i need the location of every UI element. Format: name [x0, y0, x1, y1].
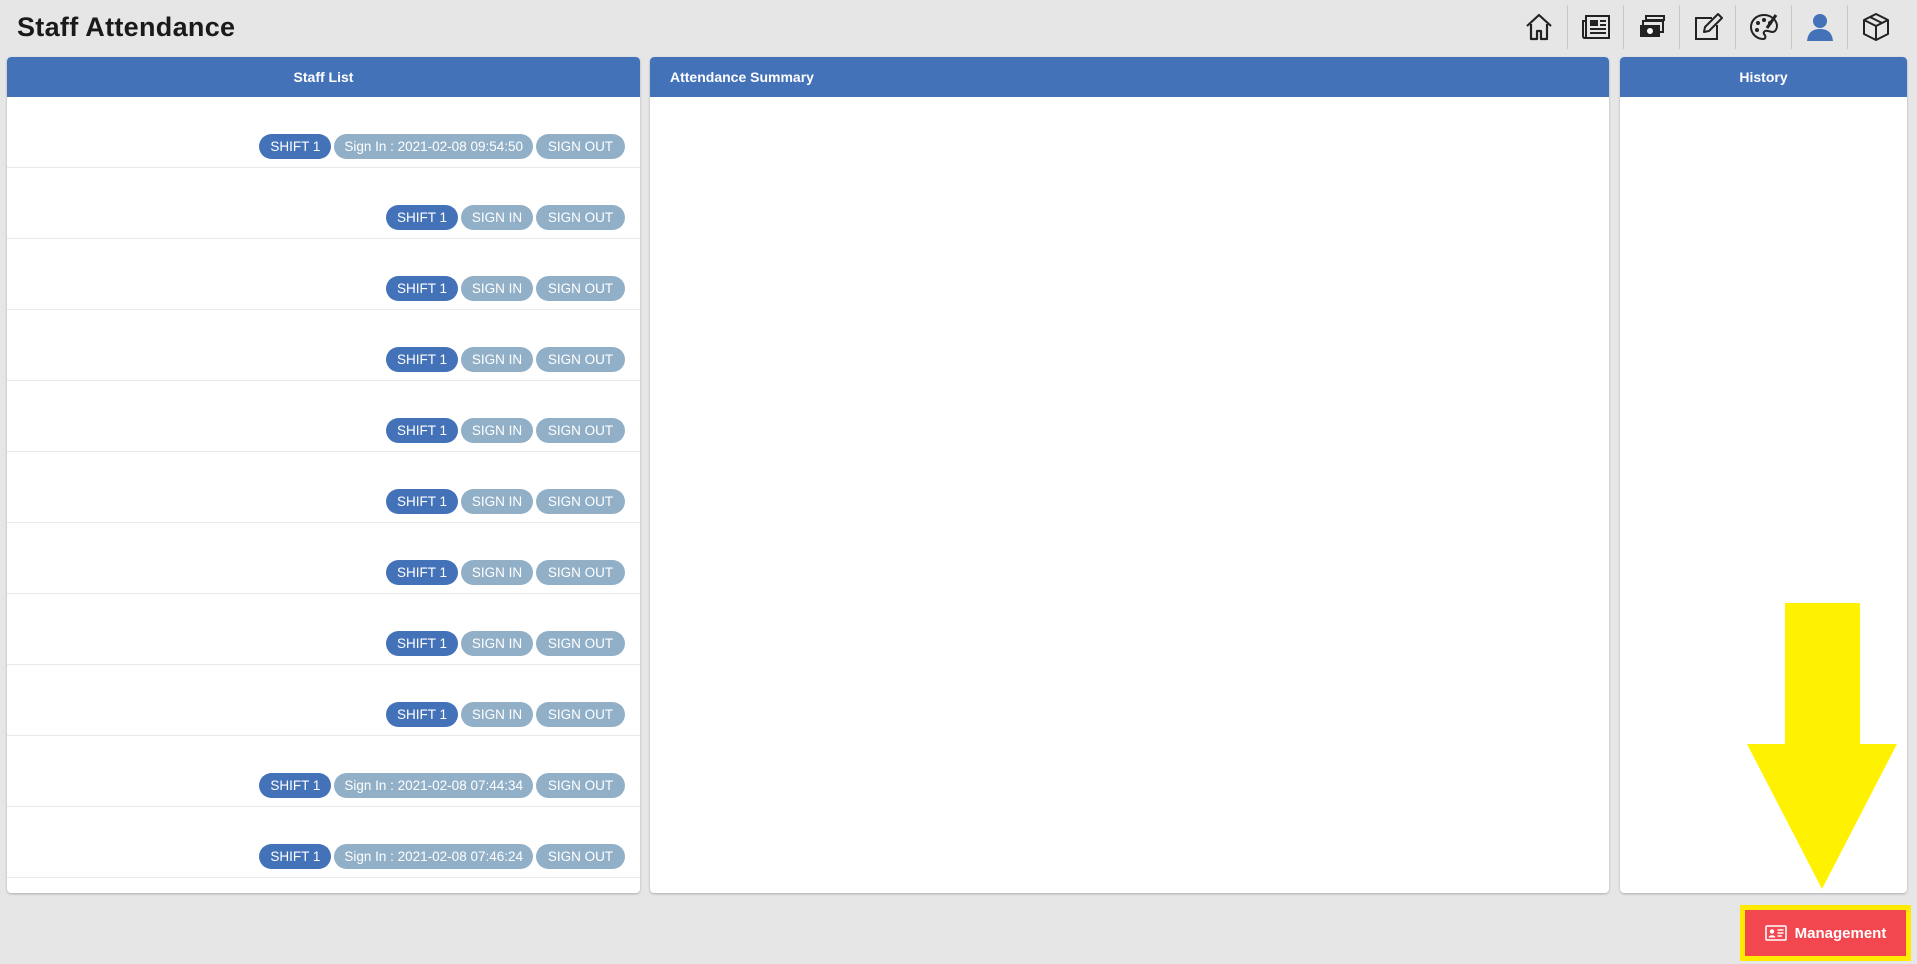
staff-row: SHIFT 1 Sign In : 2021-02-08 09:54:50 SIGN…: [7, 98, 640, 168]
shift-button[interactable]: SHIFT 1: [386, 631, 458, 656]
cash-register-button[interactable]: [1623, 5, 1679, 49]
staff-row: SHIFT 1 SIGN IN SIGN OUT: [7, 595, 640, 665]
shift-button[interactable]: SHIFT 1: [386, 560, 458, 585]
staff-rows: SHIFT 1 Sign In : 2021-02-08 09:54:50 SIGN…: [7, 98, 640, 878]
shift-button[interactable]: SHIFT 1: [386, 276, 458, 301]
sign-in-button[interactable]: SIGN IN: [461, 418, 533, 443]
staff-row: SHIFT 1 SIGN IN SIGN OUT: [7, 169, 640, 239]
sign-in-button[interactable]: SIGN IN: [461, 560, 533, 585]
staff-row: SHIFT 1 SIGN IN SIGN OUT: [7, 666, 640, 736]
sign-out-button[interactable]: SIGN OUT: [536, 702, 625, 727]
sign-in-button[interactable]: SIGN IN: [461, 702, 533, 727]
sign-out-button[interactable]: SIGN OUT: [536, 134, 625, 159]
box-button[interactable]: [1847, 5, 1903, 49]
top-toolbar: [1511, 5, 1903, 49]
home-icon: [1526, 13, 1552, 41]
sign-out-button[interactable]: SIGN OUT: [536, 347, 625, 372]
edit-icon: [1694, 13, 1723, 40]
staff-row: SHIFT 1 SIGN IN SIGN OUT: [7, 524, 640, 594]
attendance-summary-panel: Attendance Summary: [650, 57, 1609, 893]
staff-row: SHIFT 1 SIGN IN SIGN OUT: [7, 240, 640, 310]
attendance-summary-header: Attendance Summary: [650, 57, 1609, 97]
history-header: History: [1620, 57, 1907, 97]
sign-in-button[interactable]: SIGN IN: [461, 489, 533, 514]
cash-register-icon: [1639, 15, 1665, 37]
sign-out-button[interactable]: SIGN OUT: [536, 418, 625, 443]
sign-in-button[interactable]: Sign In : 2021-02-08 09:54:50: [334, 134, 533, 159]
sign-out-button[interactable]: SIGN OUT: [536, 489, 625, 514]
newspaper-icon: [1581, 15, 1610, 39]
edit-button[interactable]: [1679, 5, 1735, 49]
sign-out-button[interactable]: SIGN OUT: [536, 844, 625, 869]
staff-row: SHIFT 1 SIGN IN SIGN OUT: [7, 382, 640, 452]
staff-row: SHIFT 1 Sign In : 2021-02-08 07:46:24 SIGN…: [7, 808, 640, 878]
sign-out-button[interactable]: SIGN OUT: [536, 560, 625, 585]
shift-button[interactable]: SHIFT 1: [386, 702, 458, 727]
id-card-icon: [1764, 925, 1787, 941]
staff-list-panel: Staff List SHIFT 1 Sign In : 2021-02-08 0…: [7, 57, 640, 893]
sign-out-button[interactable]: SIGN OUT: [536, 205, 625, 230]
palette-icon: [1749, 13, 1778, 41]
box-icon: [1862, 13, 1889, 41]
sign-in-button[interactable]: SIGN IN: [461, 205, 533, 230]
sign-in-button[interactable]: Sign In : 2021-02-08 07:44:34: [334, 773, 533, 798]
shift-button[interactable]: SHIFT 1: [259, 844, 332, 869]
management-button[interactable]: Management: [1745, 910, 1906, 956]
sign-out-button[interactable]: SIGN OUT: [536, 276, 625, 301]
shift-button[interactable]: SHIFT 1: [259, 773, 332, 798]
sign-out-button[interactable]: SIGN OUT: [536, 631, 625, 656]
staff-list-header: Staff List: [7, 57, 640, 97]
page-title: Staff Attendance: [17, 12, 236, 42]
shift-button[interactable]: SHIFT 1: [386, 418, 458, 443]
sign-in-button[interactable]: SIGN IN: [461, 631, 533, 656]
staff-row: SHIFT 1 SIGN IN SIGN OUT: [7, 311, 640, 381]
staff-row: SHIFT 1 SIGN IN SIGN OUT: [7, 453, 640, 523]
news-button[interactable]: [1567, 5, 1623, 49]
sign-in-button[interactable]: SIGN IN: [461, 276, 533, 301]
user-icon: [1806, 14, 1833, 41]
management-highlight: Management: [1740, 905, 1911, 961]
palette-button[interactable]: [1735, 5, 1791, 49]
sign-out-button[interactable]: SIGN OUT: [536, 773, 625, 798]
management-label: Management: [1794, 924, 1887, 942]
arrow-down-icon: [1747, 603, 1897, 889]
shift-button[interactable]: SHIFT 1: [259, 134, 332, 159]
shift-button[interactable]: SHIFT 1: [386, 347, 458, 372]
home-button[interactable]: [1511, 5, 1567, 49]
sign-in-button[interactable]: Sign In : 2021-02-08 07:46:24: [334, 844, 533, 869]
user-button[interactable]: [1791, 5, 1847, 49]
staff-row: SHIFT 1 Sign In : 2021-02-08 07:44:34 SIGN…: [7, 737, 640, 807]
sign-in-button[interactable]: SIGN IN: [461, 347, 533, 372]
shift-button[interactable]: SHIFT 1: [386, 205, 458, 230]
shift-button[interactable]: SHIFT 1: [386, 489, 458, 514]
